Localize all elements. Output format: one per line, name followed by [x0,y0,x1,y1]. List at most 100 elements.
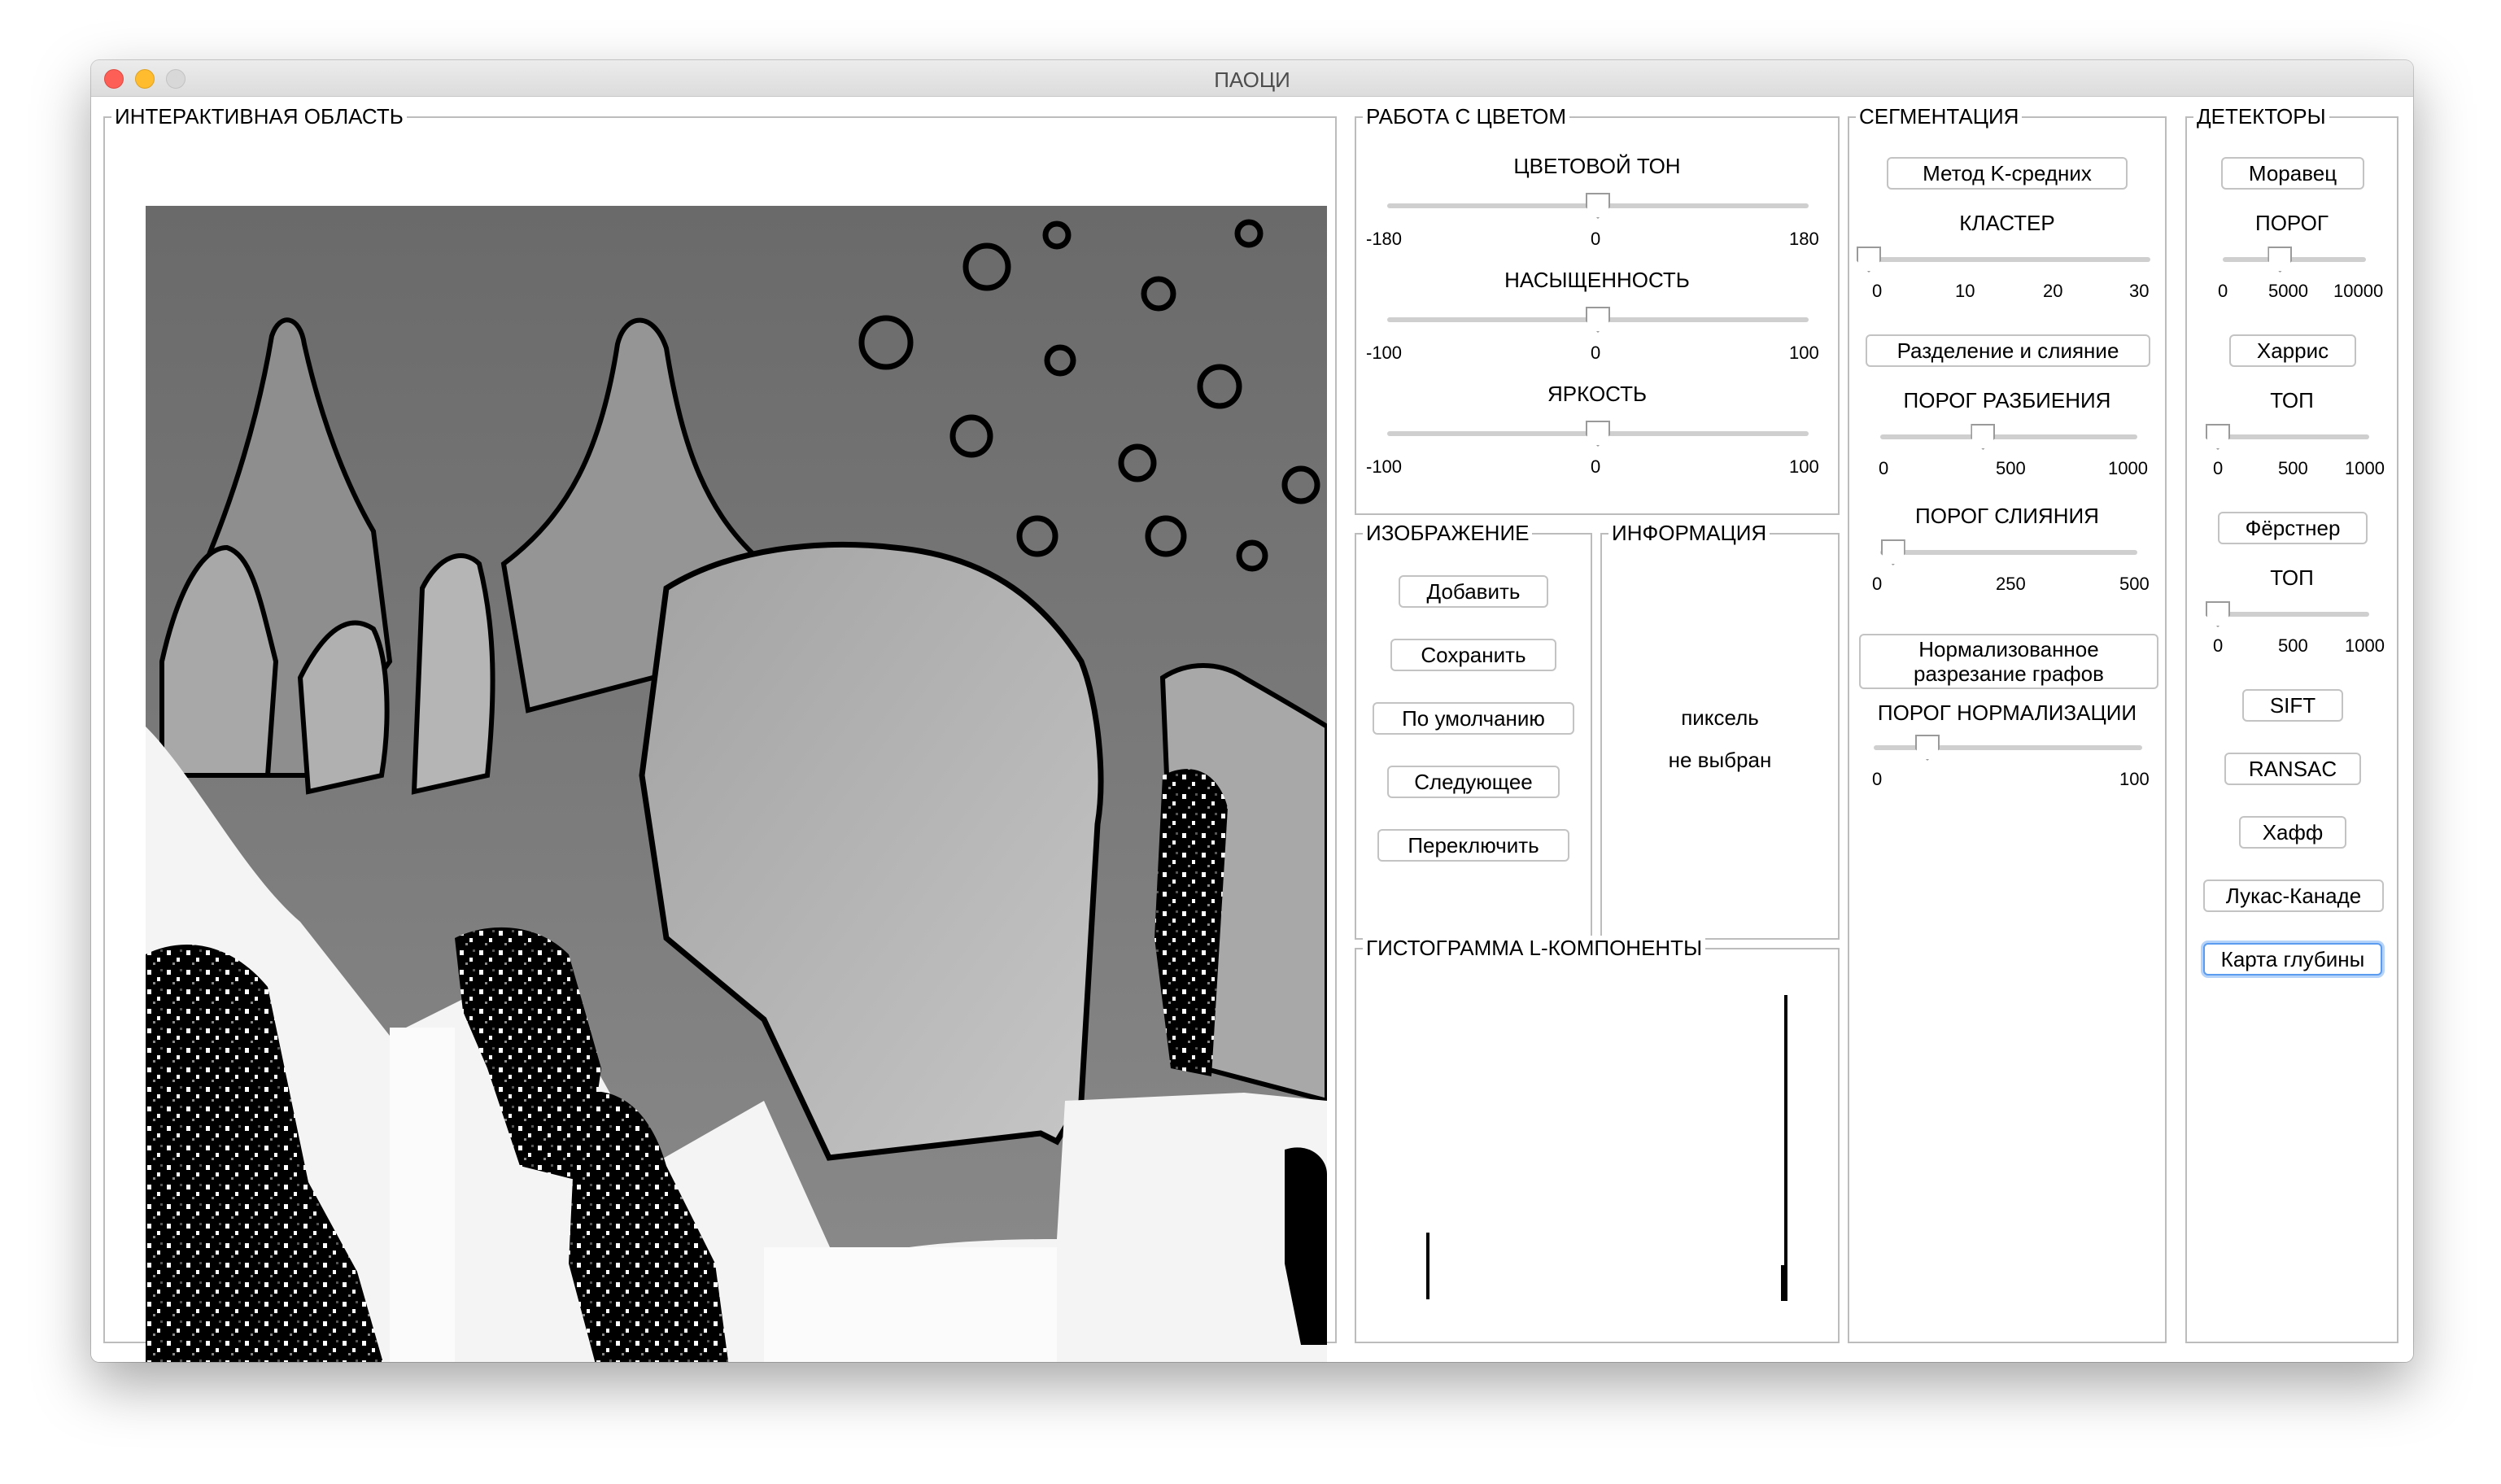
saturation-mid-label: 0 [1591,343,1601,363]
split-threshold-slider[interactable] [1880,422,2137,450]
threshold-tick-10000: 10000 [2333,281,2384,301]
cluster-slider[interactable] [1857,245,2150,273]
image-panel: ИЗОБРАЖЕНИЕ Добавить Сохранить По умолча… [1355,521,1592,940]
threshold-slider-knob[interactable] [2267,247,2293,273]
title-bar: ПАОЦИ [91,60,2413,97]
default-image-button[interactable]: По умолчанию [1373,702,1574,735]
interactive-area-panel: ИНТЕРАКТИВНАЯ ОБЛАСТЬ [103,104,1337,1362]
split-merge-button[interactable]: Разделение и слияние [1866,334,2150,367]
brightness-label: ЯРКОСТЬ [1547,382,1648,406]
cluster-slider-knob[interactable] [1857,247,1881,273]
norm-threshold-tick-100: 100 [2119,769,2150,789]
hue-mid-label: 0 [1591,229,1601,249]
saturation-min-label: -100 [1366,343,1403,363]
brightness-max-label: 100 [1789,456,1819,477]
top2-tick-1000: 1000 [2345,635,2385,656]
top1-tick-1000: 1000 [2345,458,2385,478]
merge-threshold-slider[interactable] [1880,538,2137,565]
save-image-button[interactable]: Сохранить [1390,639,1556,671]
client-area: ИНТЕРАКТИВНАЯ ОБЛАСТЬ РАБОТА С ЦВЕТОМ ЦВ… [91,97,2413,1362]
lucas-kanade-button[interactable]: Лукас-Канаде [2203,879,2384,912]
next-image-button[interactable]: Следующее [1387,766,1560,798]
histogram-chart [1426,995,1787,1301]
split-threshold-label: ПОРОГ РАЗБИЕНИЯ [1903,388,2111,412]
hue-label: ЦВЕТОВОЙ ТОН [1513,154,1681,178]
threshold-slider-track [2223,257,2366,262]
merge-threshold-label: ПОРОГ СЛИЯНИЯ [1915,504,2099,528]
depth-map-image[interactable] [146,206,1327,1362]
color-panel-title: РАБОТА С ЦВЕТОМ [1363,104,1570,129]
window-title: ПАОЦИ [1214,68,1290,92]
cluster-tick-10: 10 [1955,281,1975,301]
moravec-button[interactable]: Моравец [2221,157,2364,190]
threshold-tick-5000: 5000 [2268,281,2308,301]
hue-slider-knob[interactable] [1586,193,1610,219]
ransac-button[interactable]: RANSAC [2224,753,2361,785]
info-panel: ИНФОРМАЦИЯ пиксель не выбран [1600,521,1840,940]
merge-threshold-slider-track [1880,550,2137,555]
top2-slider[interactable] [2206,600,2369,627]
merge-threshold-tick-500: 500 [2119,574,2150,594]
brightness-slider[interactable] [1387,419,1809,447]
forstner-button[interactable]: Фёрстнер [2218,512,2368,544]
segmentation-panel-title: СЕГМЕНТАЦИЯ [1856,104,2023,129]
split-threshold-tick-1000: 1000 [2108,458,2148,478]
top1-slider-knob[interactable] [2206,424,2230,450]
histogram-panel-title: ГИСТОГРАММА L-КОМПОНЕНТЫ [1363,936,1706,960]
merge-threshold-slider-knob[interactable] [1880,539,1905,565]
brightness-mid-label: 0 [1591,456,1601,477]
kmeans-button[interactable]: Метод K-средних [1887,157,2128,190]
brightness-slider-knob[interactable] [1586,421,1610,447]
app-window: ПАОЦИ ИНТЕРАКТИВНАЯ ОБЛАСТЬ РАБОТА С ЦВЕ… [91,60,2413,1362]
color-panel: РАБОТА С ЦВЕТОМ ЦВЕТОВОЙ ТОН -180 0 180 … [1355,104,1840,515]
top1-slider-track [2218,434,2369,439]
hue-max-label: 180 [1789,229,1819,249]
brightness-min-label: -100 [1366,456,1403,477]
threshold-tick-0: 0 [2218,281,2228,301]
norm-threshold-slider[interactable] [1874,733,2142,761]
top1-tick-0: 0 [2213,458,2224,478]
split-threshold-tick-500: 500 [1996,458,2026,478]
pixel-info-line2: не выбран [1668,748,1772,772]
split-threshold-tick-0: 0 [1879,458,1889,478]
saturation-label: НАСЫЩЕННОСТЬ [1504,268,1690,292]
interactive-area-title: ИНТЕРАКТИВНАЯ ОБЛАСТЬ [111,104,407,129]
detectors-panel-title: ДЕТЕКТОРЫ [2193,104,2329,129]
hough-button[interactable]: Хафф [2239,816,2346,849]
norm-threshold-slider-track [1874,745,2142,750]
threshold-slider[interactable] [2223,245,2366,273]
merge-threshold-tick-0: 0 [1872,574,1883,594]
saturation-slider[interactable] [1387,305,1809,333]
histogram-bar-high-base [1781,1265,1787,1301]
sift-button[interactable]: SIFT [2242,689,2343,722]
top1-slider[interactable] [2206,422,2369,450]
top2-slider-track [2218,612,2369,617]
add-image-button[interactable]: Добавить [1399,575,1548,608]
normalized-cut-line1: Нормализованное [1918,637,2099,661]
top2-tick-500: 500 [2278,635,2308,656]
hue-slider[interactable] [1387,191,1809,219]
histogram-panel: ГИСТОГРАММА L-КОМПОНЕНТЫ [1355,936,1840,1343]
saturation-slider-knob[interactable] [1586,307,1610,333]
cluster-tick-30: 30 [2129,281,2150,301]
top2-slider-knob[interactable] [2206,601,2230,627]
toggle-image-button[interactable]: Переключить [1377,829,1569,862]
top1-tick-500: 500 [2278,458,2308,478]
saturation-max-label: 100 [1789,343,1819,363]
depth-map-picture [146,206,1327,1362]
norm-threshold-tick-0: 0 [1872,769,1883,789]
cluster-tick-0: 0 [1872,281,1883,301]
top1-label: ТОП [2270,388,2314,412]
threshold-label: ПОРОГ [2255,211,2329,235]
norm-threshold-slider-knob[interactable] [1915,735,1940,761]
depth-map-button[interactable]: Карта глубины [2203,943,2382,976]
normalized-cut-button[interactable]: Нормализованное разрезание графов [1859,634,2158,689]
hue-min-label: -180 [1366,229,1403,249]
split-threshold-slider-track [1880,434,2137,439]
harris-button[interactable]: Харрис [2229,334,2356,367]
top2-tick-0: 0 [2213,635,2224,656]
split-threshold-slider-knob[interactable] [1971,424,1996,450]
info-panel-title: ИНФОРМАЦИЯ [1608,521,1770,545]
normalized-cut-line2: разрезание графов [1914,661,2104,686]
cluster-tick-20: 20 [2043,281,2063,301]
